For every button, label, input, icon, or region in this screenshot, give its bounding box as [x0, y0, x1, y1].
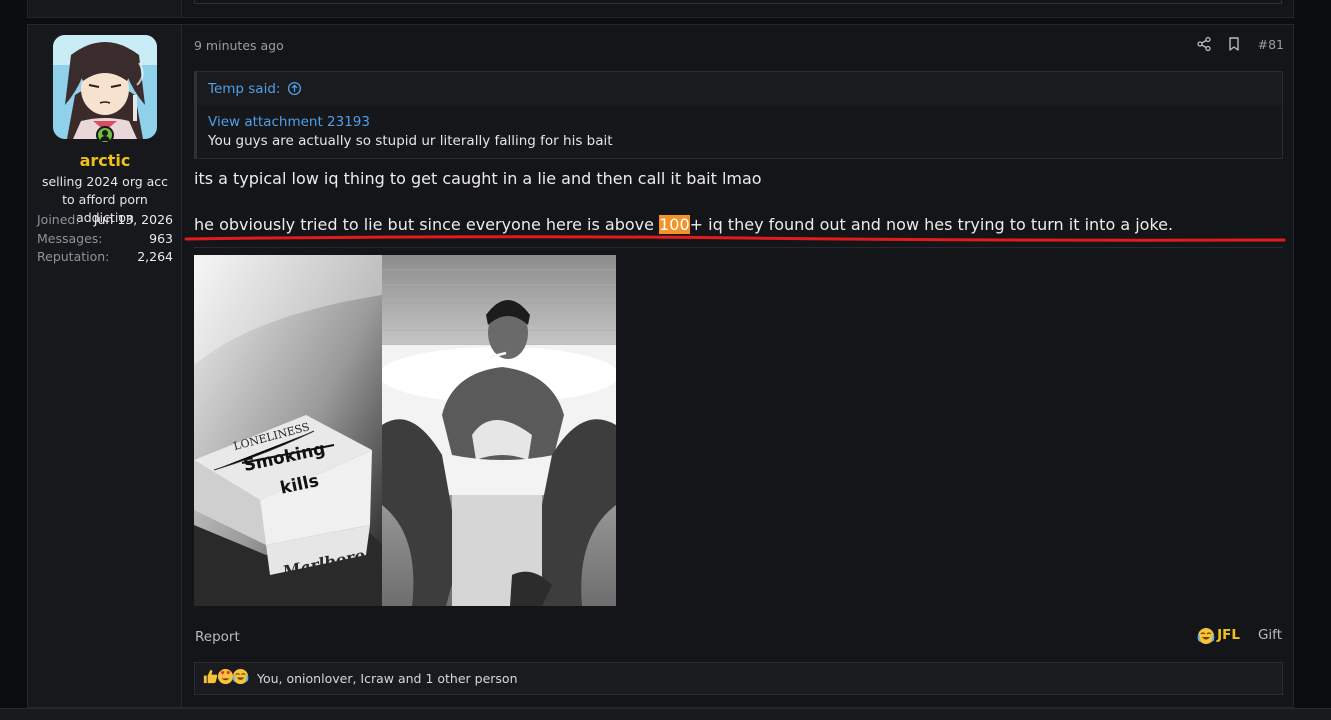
stat-joined: Joined: Jun 13, 2026: [37, 212, 173, 231]
post-actions: #81: [1196, 36, 1284, 52]
post-content: 9 minutes ago #81 Temp said: View attach…: [184, 25, 1286, 707]
heart-eyes-emoji-icon: [217, 668, 234, 689]
username[interactable]: arctic: [28, 151, 182, 170]
quote-author[interactable]: Temp said:: [208, 81, 280, 97]
share-icon[interactable]: [1196, 36, 1212, 52]
user-stats: Joined: Jun 13, 2026 Messages: 963 Reput…: [37, 212, 173, 268]
thumbs-up-emoji-icon: [202, 668, 218, 689]
user-column: arctic selling 2024 org acc to afford po…: [28, 25, 182, 707]
crying-laughing-emoji-icon: [1197, 627, 1215, 644]
previous-post-user-column: [28, 0, 182, 17]
stat-reputation: Reputation: 2,264: [37, 249, 173, 268]
avatar[interactable]: [53, 35, 157, 139]
online-status-icon: [96, 126, 114, 144]
stat-label: Reputation:: [37, 249, 110, 264]
previous-post-box: [194, 0, 1282, 4]
red-underline-annotation: [184, 235, 1286, 242]
reaction-button[interactable]: JFL: [1197, 627, 1240, 644]
post-number[interactable]: #81: [1258, 37, 1284, 52]
bathtub-photo-image[interactable]: [382, 255, 616, 606]
stat-value: 963: [149, 230, 173, 246]
post-81: arctic selling 2024 org acc to afford po…: [27, 24, 1294, 708]
crying-laughing-emoji-icon: [232, 668, 249, 689]
reactions-bar[interactable]: You, onionlover, Icraw and 1 other perso…: [194, 662, 1283, 695]
bookmark-icon[interactable]: [1226, 36, 1242, 52]
gift-link[interactable]: Gift: [1258, 627, 1282, 643]
post-time[interactable]: 9 minutes ago: [194, 38, 284, 53]
cigarette-pack-image[interactable]: LONELINESS Smoking kills Marlboro: [194, 255, 382, 606]
stat-value: 2,264: [137, 249, 173, 264]
previous-post-bottom: [27, 0, 1294, 18]
stat-messages: Messages: 963: [37, 231, 173, 250]
divider: [194, 247, 1283, 248]
quote-body: View attachment 23193 You guys are actua…: [197, 105, 1282, 158]
post-text-line-1: its a typical low iq thing to get caught…: [194, 169, 762, 188]
reaction-summary[interactable]: You, onionlover, Icraw and 1 other perso…: [257, 671, 518, 686]
page-bottom-bar: [0, 708, 1331, 720]
report-link[interactable]: Report: [195, 629, 240, 645]
reaction-label: JFL: [1217, 627, 1240, 643]
stat-label: Joined:: [37, 212, 80, 227]
quote-header[interactable]: Temp said:: [197, 72, 1282, 105]
quote-text: You guys are actually so stupid ur liter…: [208, 133, 613, 149]
reaction-icons: [202, 668, 249, 689]
arrow-up-circle-icon[interactable]: [287, 81, 303, 97]
stat-label: Messages:: [37, 230, 103, 246]
stat-value: Jun 13, 2026: [93, 212, 173, 227]
post-footer-actions: JFL Gift: [1197, 627, 1282, 644]
quote-block: Temp said: View attachment 23193 You guy…: [194, 71, 1283, 159]
attachment-link[interactable]: View attachment 23193: [208, 113, 1271, 131]
